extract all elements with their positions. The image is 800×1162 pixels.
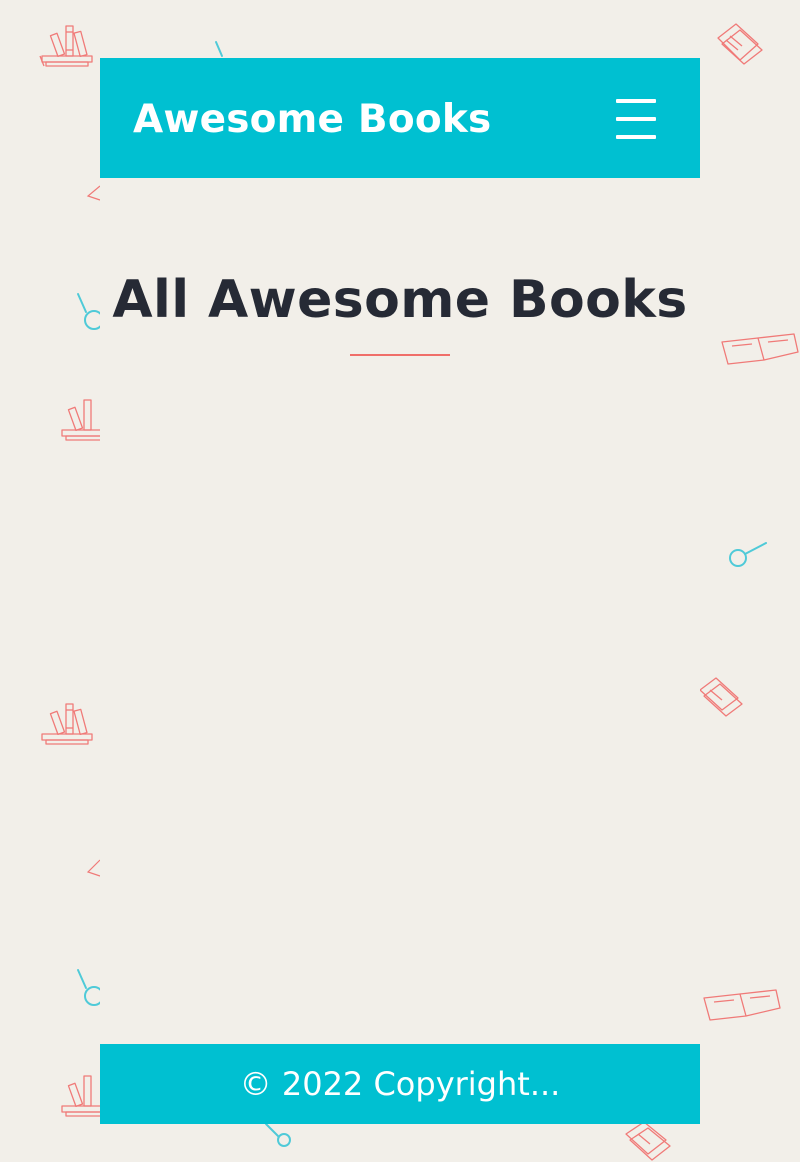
book-list	[100, 378, 700, 1018]
closed-books-icon	[699, 677, 743, 717]
app-header: Awesome Books	[100, 58, 700, 178]
open-book-icon	[703, 989, 781, 1021]
menu-line	[616, 135, 656, 139]
magnifier-icon	[729, 542, 767, 567]
app-container: Awesome Books All Awesome Books © 2022 C…	[100, 58, 700, 1124]
app-footer: © 2022 Copyright...	[100, 1044, 700, 1124]
book-stack-icon	[61, 399, 107, 441]
hamburger-menu-button[interactable]	[608, 94, 664, 144]
closed-books-icon	[625, 1121, 671, 1161]
heading-underline	[350, 354, 450, 356]
brand-title[interactable]: Awesome Books	[133, 96, 491, 144]
page-heading: All Awesome Books	[112, 270, 688, 330]
magnifier-icon	[265, 1123, 291, 1147]
magnifier-icon	[77, 969, 104, 1006]
book-stack-icon	[61, 1075, 107, 1117]
menu-line	[616, 99, 656, 103]
book-stack-icon	[39, 25, 93, 67]
menu-line	[616, 117, 656, 121]
copyright-text: © 2022 Copyright...	[239, 1065, 561, 1103]
magnifier-icon	[77, 293, 104, 330]
closed-books-icon	[717, 23, 763, 65]
book-stack-icon	[41, 703, 93, 745]
open-book-icon	[721, 333, 799, 365]
